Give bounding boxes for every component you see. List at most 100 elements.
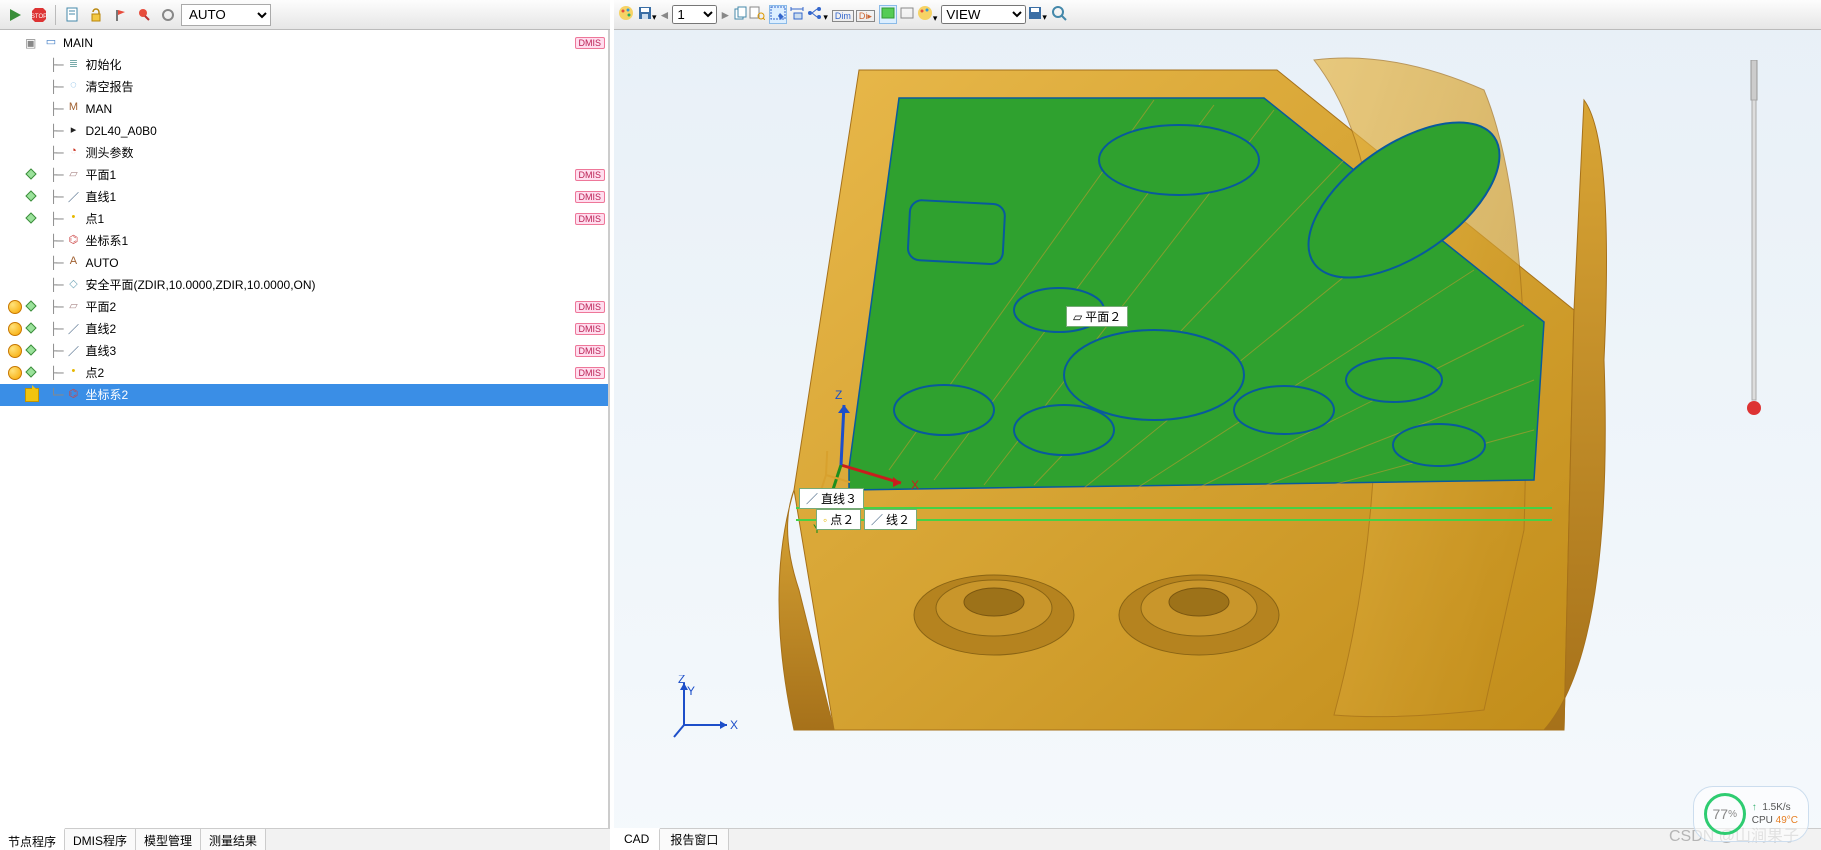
- left-tabs: 节点程序 DMIS程序 模型管理 测量结果: [0, 828, 610, 850]
- dmis-tag: DMIS: [575, 191, 606, 203]
- probe: [1747, 60, 1761, 420]
- node-label: D2L40_A0B0: [85, 124, 608, 138]
- bulb-icon: [8, 300, 22, 314]
- save2-button[interactable]: ▾: [1028, 6, 1047, 23]
- bulb-icon: [8, 322, 22, 336]
- dim1-button[interactable]: Dim: [832, 8, 854, 22]
- node-label: 点1: [85, 210, 574, 227]
- label-line3[interactable]: ／直线３: [799, 488, 864, 509]
- colorwheel-button[interactable]: ▾: [917, 5, 938, 24]
- tree-row-16[interactable]: └─⌬坐标系2: [0, 384, 608, 406]
- node-type-icon: ⌬: [65, 233, 81, 249]
- node-label: AUTO: [85, 256, 608, 270]
- node-label: 坐标系2: [85, 386, 608, 403]
- save-button[interactable]: ▾: [638, 6, 657, 23]
- branch-glyph: ├─: [50, 124, 62, 138]
- prev-button[interactable]: ◄: [659, 8, 671, 22]
- pin-button[interactable]: [133, 4, 155, 26]
- tab-report[interactable]: 报告窗口: [660, 829, 729, 850]
- tree-row-0[interactable]: ▣▭MAINDMIS: [0, 32, 608, 54]
- highlight-button[interactable]: [879, 5, 897, 24]
- svg-text:Y: Y: [687, 684, 695, 698]
- zoom-button[interactable]: [1051, 5, 1067, 24]
- copy-button[interactable]: [733, 6, 747, 23]
- cad-viewport[interactable]: X Y Z ▱平面２ ／直线３ ◦点２ ／线２ X Z Y: [614, 30, 1821, 828]
- branch-glyph: ├─: [50, 212, 62, 226]
- svg-text:X: X: [911, 478, 919, 492]
- svg-text:STOP: STOP: [31, 14, 47, 20]
- node-label: 平面1: [85, 166, 574, 183]
- bulb-icon: [8, 366, 22, 380]
- tab-model-manage[interactable]: 模型管理: [136, 829, 201, 850]
- node-type-icon: ◌: [65, 79, 81, 95]
- measure-button[interactable]: [789, 6, 805, 23]
- tree-row-11[interactable]: ├─◇安全平面(ZDIR,10.0000,ZDIR,10.0000,ON): [0, 274, 608, 296]
- label-line2[interactable]: ／线２: [864, 509, 917, 530]
- branch-glyph: ├─: [50, 256, 62, 270]
- perf-circle: 77%: [1704, 793, 1746, 835]
- page-select[interactable]: 1: [672, 5, 717, 24]
- current-arrow-icon: [25, 388, 39, 402]
- tree-row-8[interactable]: ├─•点1DMIS: [0, 208, 608, 230]
- tree-row-5[interactable]: ├─◔测头参数: [0, 142, 608, 164]
- branch-glyph: ├─: [50, 344, 62, 358]
- plane-icon: ▱: [1073, 310, 1082, 324]
- tree-row-6[interactable]: ├─▱平面1DMIS: [0, 164, 608, 186]
- branch-button[interactable]: ▾: [807, 6, 828, 23]
- palette-button[interactable]: [618, 5, 634, 24]
- label-plane2[interactable]: ▱平面２: [1066, 306, 1128, 327]
- node-type-icon: ▱: [65, 299, 81, 315]
- dim2-button[interactable]: Di▸: [856, 8, 875, 22]
- tree-row-7[interactable]: ├─／直线1DMIS: [0, 186, 608, 208]
- tab-node-program[interactable]: 节点程序: [0, 828, 65, 850]
- tree-row-13[interactable]: ├─／直线2DMIS: [0, 318, 608, 340]
- tree-row-15[interactable]: ├─•点2DMIS: [0, 362, 608, 384]
- tree-row-9[interactable]: ├─⌬坐标系1: [0, 230, 608, 252]
- file-button[interactable]: [61, 4, 83, 26]
- cad-model: X Y Z: [614, 30, 1821, 790]
- tree-row-14[interactable]: ├─／直线3DMIS: [0, 340, 608, 362]
- branch-glyph: ├─: [50, 146, 62, 160]
- node-type-icon: ▭: [43, 35, 59, 51]
- tree-row-2[interactable]: ├─◌清空报告: [0, 76, 608, 98]
- branch-glyph: ├─: [50, 366, 62, 380]
- svg-text:Z: Z: [678, 675, 685, 686]
- node-type-icon: ≣: [65, 57, 81, 73]
- label-point2[interactable]: ◦点２: [816, 509, 861, 530]
- stop-button[interactable]: STOP: [28, 4, 50, 26]
- mode-select[interactable]: AUTO: [181, 4, 271, 26]
- flag-button[interactable]: [109, 4, 131, 26]
- next-button[interactable]: ►: [719, 8, 731, 22]
- program-tree[interactable]: ▣▭MAINDMIS├─≣初始化├─◌清空报告├─MMAN├─▸D2L40_A0…: [0, 30, 608, 828]
- run-button[interactable]: [4, 4, 26, 26]
- node-type-icon: ◔: [65, 145, 81, 161]
- node-type-icon: ▱: [65, 167, 81, 183]
- node-type-icon: ◇: [65, 277, 81, 293]
- view-select[interactable]: VIEW: [941, 5, 1026, 24]
- dmis-tag: DMIS: [575, 37, 606, 49]
- collapse-icon[interactable]: ▣: [25, 36, 39, 50]
- tree-row-4[interactable]: ├─▸D2L40_A0B0: [0, 120, 608, 142]
- node-type-icon: ／: [65, 321, 81, 337]
- tab-measure-result[interactable]: 测量结果: [201, 829, 266, 850]
- node-type-icon: A: [65, 255, 81, 271]
- tree-row-3[interactable]: ├─MMAN: [0, 98, 608, 120]
- box-button[interactable]: [899, 6, 915, 23]
- perf-info: ↑ 1.5K/s CPU 49°C: [1752, 801, 1798, 827]
- find-replace-button[interactable]: [749, 6, 765, 23]
- tree-row-12[interactable]: ├─▱平面2DMIS: [0, 296, 608, 318]
- tab-dmis-program[interactable]: DMIS程序: [65, 829, 136, 850]
- diamond-icon: [25, 168, 39, 182]
- select-area-button[interactable]: [769, 5, 787, 24]
- mode-indicator-button[interactable]: [157, 4, 179, 26]
- diamond-icon: [25, 344, 39, 358]
- unlock-button[interactable]: [85, 4, 107, 26]
- node-type-icon: ／: [65, 189, 81, 205]
- dmis-tag: DMIS: [575, 345, 606, 357]
- tree-row-1[interactable]: ├─≣初始化: [0, 54, 608, 76]
- branch-glyph: ├─: [50, 80, 62, 94]
- node-label: 直线3: [85, 342, 574, 359]
- axis-gizmo: X Z Y: [672, 675, 742, 748]
- tree-row-10[interactable]: ├─A AUTO: [0, 252, 608, 274]
- tab-cad[interactable]: CAD: [614, 828, 660, 850]
